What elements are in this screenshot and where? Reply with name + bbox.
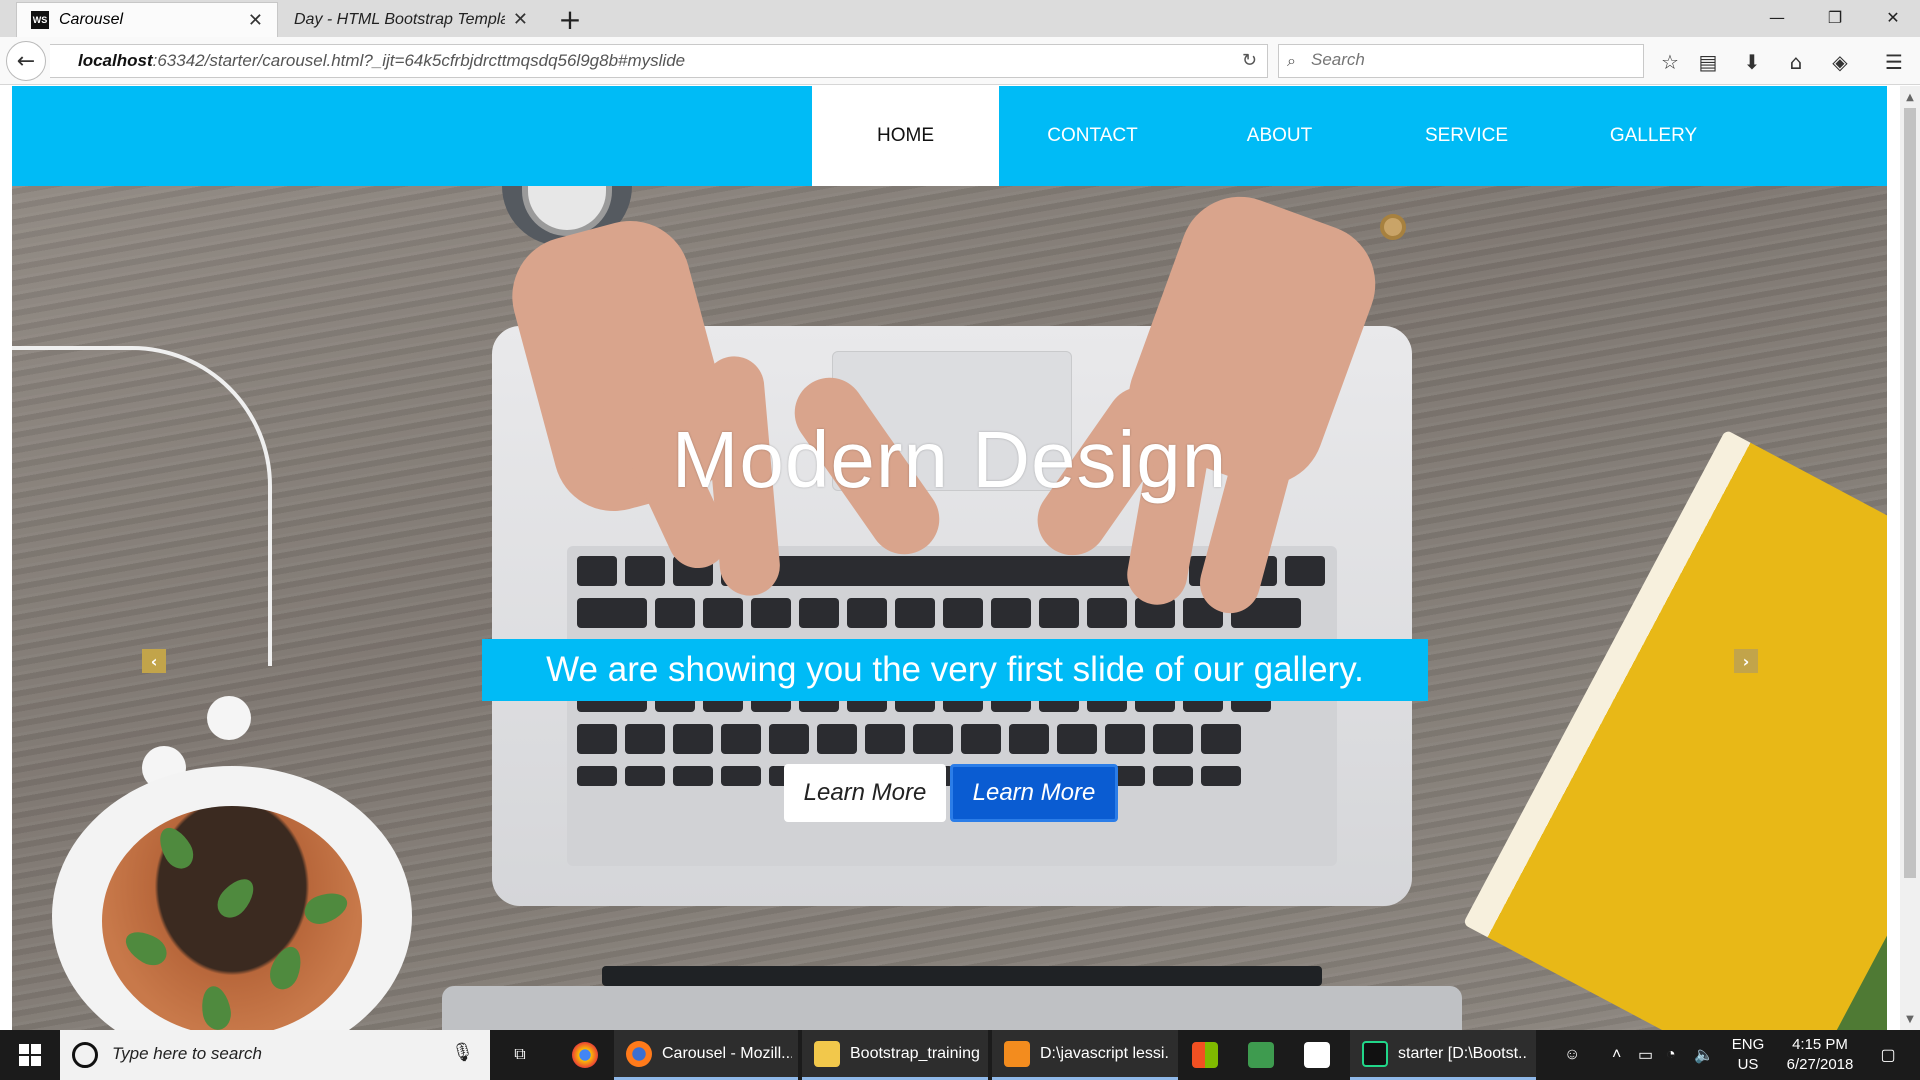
site-navbar: HOME CONTACT ABOUT SERVICE GALLERY [12, 86, 1887, 186]
mail-icon [1304, 1042, 1330, 1068]
app-label: starter [D:\Bootst... [1398, 1044, 1528, 1062]
app-label: Bootstrap_training [850, 1044, 980, 1062]
browser-toolbar: ← localhost:63342/starter/carousel.html?… [0, 37, 1920, 85]
explorer-taskbar-button[interactable]: Bootstrap_training [802, 1030, 988, 1080]
close-window-button[interactable]: ✕ [1870, 0, 1916, 34]
webstorm-favicon-icon: WS [31, 11, 49, 29]
carousel-next-button[interactable]: › [1734, 649, 1758, 673]
sublime-taskbar-button[interactable]: D:\javascript lessi... [992, 1030, 1178, 1080]
windows-taskbar: Type here to search 🎙 ⧉ Carousel - Mozil… [0, 1030, 1920, 1080]
browser-tab-bar: WS Carousel ✕ Day - HTML Bootstrap Templ… [0, 0, 1920, 37]
people-icon[interactable]: ☺ [1564, 1030, 1580, 1080]
tab-day-template[interactable]: Day - HTML Bootstrap Template ✕ [280, 2, 542, 37]
learn-more-primary-button[interactable]: Learn More [950, 764, 1118, 822]
microphone-icon[interactable]: 🎙 [451, 1042, 474, 1063]
chrome-taskbar-button[interactable] [560, 1030, 610, 1080]
task-view-icon: ⧉ [514, 1046, 526, 1063]
windows-logo-icon [19, 1044, 41, 1066]
lang-code: ENG [1731, 1036, 1765, 1053]
restore-button[interactable]: ❐ [1812, 0, 1858, 34]
url-text[interactable]: localhost:63342/starter/carousel.html?_i… [78, 51, 685, 71]
address-bar[interactable]: localhost:63342/starter/carousel.html?_i… [50, 44, 1268, 78]
menu-icon[interactable]: ☰ [1880, 48, 1908, 76]
nav-service[interactable]: SERVICE [1373, 86, 1560, 186]
back-button[interactable]: ← [6, 41, 46, 81]
firefox-icon [626, 1040, 652, 1067]
learn-more-button[interactable]: Learn More [784, 764, 946, 822]
ring [1380, 214, 1406, 240]
earphone-cable [12, 346, 272, 666]
download-icon[interactable]: ⬇ [1738, 48, 1766, 76]
store-taskbar-button[interactable] [1180, 1030, 1230, 1080]
url-path: :63342/starter/carousel.html?_ijt=64k5cf… [152, 51, 686, 70]
tab-carousel[interactable]: WS Carousel ✕ [16, 2, 278, 37]
slide-title: Modern Design [671, 415, 1228, 504]
app-label: D:\javascript lessi... [1040, 1044, 1170, 1062]
chevron-right-icon: › [1742, 651, 1750, 671]
search-input[interactable] [1311, 50, 1631, 70]
taskbar-search-placeholder: Type here to search [112, 1044, 262, 1063]
slide-subtitle: We are showing you the very first slide … [482, 639, 1428, 701]
region-code: US [1737, 1056, 1759, 1073]
web-page: HOME CONTACT ABOUT SERVICE GALLERY Moder… [0, 86, 1900, 1030]
earbud [207, 696, 251, 740]
sublime-icon [1004, 1040, 1030, 1067]
back-arrow-icon: ← [16, 48, 36, 74]
clock-date: 6/27/2018 [1786, 1056, 1854, 1073]
chrome-icon [572, 1042, 598, 1068]
sheets-taskbar-button[interactable] [1236, 1030, 1286, 1080]
tab-label: Day - HTML Bootstrap Template [294, 10, 505, 28]
scrollbar-thumb[interactable] [1904, 108, 1916, 878]
laptop-screen [442, 986, 1462, 1030]
home-icon[interactable]: ⌂ [1782, 48, 1810, 76]
chevron-left-icon: ‹ [150, 651, 158, 671]
search-icon: ⌕ [1287, 51, 1296, 70]
cortana-icon [72, 1042, 98, 1068]
laptop-hinge [602, 966, 1322, 986]
reload-icon[interactable]: ↻ [1242, 50, 1257, 71]
battery-icon[interactable]: ▭ [1638, 1030, 1653, 1080]
tab-label: Carousel [59, 11, 124, 28]
start-button[interactable] [0, 1030, 60, 1080]
scroll-down-icon[interactable]: ▼ [1900, 1010, 1920, 1028]
url-host: localhost [78, 51, 153, 70]
scroll-up-icon[interactable]: ▲ [1900, 88, 1920, 106]
nav-gallery[interactable]: GALLERY [1560, 86, 1747, 186]
tray-chevron-icon[interactable]: ˄ [1612, 1030, 1621, 1080]
new-tab-button[interactable]: + [552, 2, 588, 37]
carousel-slide: Modern Design We are showing you the ver… [12, 186, 1887, 1030]
folder-icon [814, 1040, 840, 1067]
nav-contact[interactable]: CONTACT [999, 86, 1186, 186]
close-tab-icon[interactable]: ✕ [248, 10, 263, 31]
webstorm-taskbar-button[interactable]: starter [D:\Bootst... [1350, 1030, 1536, 1080]
nav-about[interactable]: ABOUT [1186, 86, 1373, 186]
store-icon [1192, 1042, 1218, 1068]
notification-icon: ▢ [1880, 1047, 1896, 1064]
taskbar-search[interactable]: Type here to search 🎙 [60, 1030, 490, 1080]
task-view-button[interactable]: ⧉ [500, 1030, 540, 1080]
nav-home[interactable]: HOME [812, 86, 999, 186]
action-center-button[interactable]: ▢ [1868, 1030, 1908, 1080]
carousel-prev-button[interactable]: ‹ [142, 649, 166, 673]
close-tab-icon[interactable]: ✕ [513, 9, 528, 30]
bookmark-star-icon[interactable]: ☆ [1656, 48, 1684, 76]
minimize-button[interactable]: — [1754, 0, 1800, 34]
input-language[interactable]: ENG US [1728, 1035, 1768, 1075]
firefox-taskbar-button[interactable]: Carousel - Mozill... [614, 1030, 798, 1080]
mail-taskbar-button[interactable] [1292, 1030, 1342, 1080]
reading-list-icon[interactable]: ▤ [1694, 48, 1722, 76]
network-icon[interactable]: ◔ [1666, 1030, 1676, 1080]
spreadsheet-icon [1248, 1042, 1274, 1068]
pocket-icon[interactable]: ◈ [1826, 48, 1854, 76]
search-bar[interactable]: ⌕ [1278, 44, 1644, 78]
webstorm-icon [1362, 1040, 1388, 1067]
app-label: Carousel - Mozill... [662, 1044, 792, 1062]
clock-time: 4:15 PM [1792, 1036, 1848, 1053]
system-clock[interactable]: 4:15 PM 6/27/2018 [1770, 1035, 1870, 1075]
volume-icon[interactable]: 🔈 [1694, 1030, 1714, 1080]
vertical-scrollbar[interactable]: ▲ ▼ [1900, 86, 1920, 1030]
